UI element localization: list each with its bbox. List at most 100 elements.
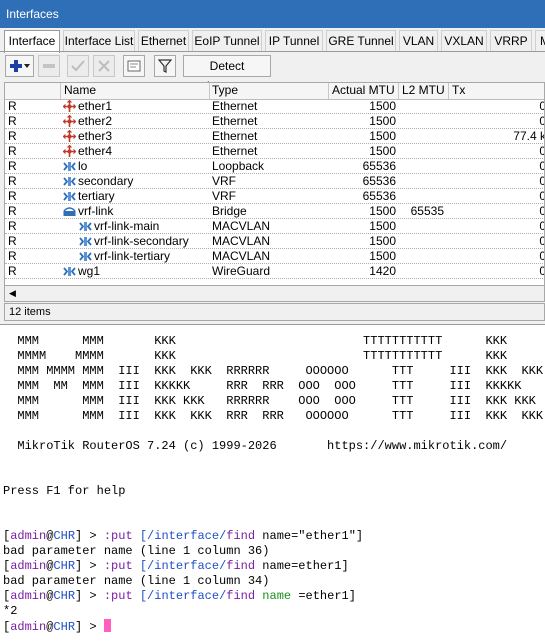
row-l2-mtu bbox=[399, 234, 449, 248]
prompt-host: CHR bbox=[53, 620, 76, 634]
banner-line: MMM MMM KKK TTTTTTTTTTT KKK bbox=[3, 334, 508, 348]
row-type: MACVLAN bbox=[212, 234, 271, 248]
command-line: [admin@CHR] > :put [/interface/find name… bbox=[3, 529, 364, 543]
disable-button[interactable] bbox=[93, 55, 115, 77]
table-row[interactable]: Rtertiary VRF 65536 0 bbox=[5, 189, 544, 204]
row-actual-mtu: 1500 bbox=[369, 99, 396, 113]
command-find: find bbox=[226, 589, 256, 603]
row-l2-mtu bbox=[399, 249, 449, 263]
table-row[interactable]: Rvrf-link Bridge 1500 65535 0 bbox=[5, 204, 544, 219]
row-l2-mtu bbox=[399, 99, 449, 113]
row-flag: R bbox=[8, 159, 17, 173]
column-header-tx[interactable]: Tx bbox=[449, 83, 544, 99]
scroll-left-arrow-icon[interactable]: ◀ bbox=[9, 288, 16, 299]
row-flag: R bbox=[8, 264, 17, 278]
row-type: MACVLAN bbox=[212, 249, 271, 263]
row-l2-mtu bbox=[399, 264, 449, 278]
row-tx: 0 bbox=[449, 204, 544, 218]
prompt-user: admin bbox=[10, 529, 47, 543]
row-flag: R bbox=[8, 189, 17, 203]
active-prompt[interactable]: [admin@CHR] > bbox=[3, 619, 111, 634]
row-l2-mtu bbox=[399, 219, 449, 233]
prompt-user: admin bbox=[10, 620, 47, 634]
command-argument: name=ether1] bbox=[262, 559, 349, 573]
row-tx: 0 bbox=[449, 234, 544, 248]
filter-button[interactable] bbox=[154, 55, 176, 77]
row-l2-mtu bbox=[399, 114, 449, 128]
tab-gre-tunnel[interactable]: GRE Tunnel bbox=[326, 30, 396, 51]
table-row[interactable]: Rwg1 WireGuard 1420 0 bbox=[5, 264, 544, 279]
table-row[interactable]: Rlo Loopback 65536 0 bbox=[5, 159, 544, 174]
prompt-tail: ] > bbox=[75, 589, 104, 603]
interfaces-table: Name / Type Actual MTU L2 MTU Tx Rether1… bbox=[4, 82, 545, 286]
command-put: :put bbox=[103, 559, 133, 573]
prompt-tail: ] > bbox=[75, 620, 104, 634]
row-flag: R bbox=[8, 234, 17, 248]
row-actual-mtu: 1500 bbox=[369, 144, 396, 158]
text-cursor bbox=[103, 619, 111, 632]
table-row[interactable]: Rvrf-link-secondary MACVLAN 1500 0 bbox=[5, 234, 544, 249]
tab-ethernet[interactable]: Ethernet bbox=[138, 30, 189, 51]
tab-more[interactable]: M bbox=[535, 30, 545, 51]
interfaces-window: Interfaces Interface Interface List Ethe… bbox=[0, 0, 545, 325]
row-name-label: ether2 bbox=[78, 114, 113, 128]
detect-internet-button[interactable]: Detect Internet bbox=[183, 55, 271, 93]
row-type: Ethernet bbox=[212, 144, 258, 158]
banner-line: MMMM MMMM KKK TTTTTTTTTTT KKK bbox=[3, 349, 508, 363]
terminal[interactable]: MMM MMM KKK TTTTTTTTTTT KKK MMMM MMMM KK… bbox=[0, 325, 545, 641]
row-tx: 0 bbox=[449, 99, 544, 113]
row-l2-mtu bbox=[399, 144, 449, 158]
row-name-label: tertiary bbox=[78, 189, 115, 203]
tab-interface[interactable]: Interface bbox=[4, 30, 60, 53]
command-path: [/interface/ bbox=[139, 559, 227, 573]
table-row[interactable]: Rvrf-link-main MACVLAN 1500 0 bbox=[5, 219, 544, 234]
row-name-label: ether3 bbox=[78, 129, 113, 143]
tab-ip-tunnel[interactable]: IP Tunnel bbox=[265, 30, 323, 51]
column-header-type[interactable]: Type bbox=[210, 83, 329, 99]
table-row[interactable]: Rether4 Ethernet 1500 0 bbox=[5, 144, 544, 159]
table-row[interactable]: Rvrf-link-tertiary MACVLAN 1500 0 bbox=[5, 249, 544, 264]
horizontal-scrollbar[interactable]: ◀ bbox=[4, 286, 545, 302]
row-actual-mtu: 1420 bbox=[369, 264, 396, 278]
table-row[interactable]: Rether1 Ethernet 1500 0 bbox=[5, 99, 544, 114]
enable-button[interactable] bbox=[67, 55, 89, 77]
prompt-host: CHR bbox=[53, 559, 76, 573]
row-type: VRF bbox=[212, 174, 236, 188]
table-row[interactable]: Rether3 Ethernet 1500 77.4 k bbox=[5, 129, 545, 144]
row-actual-mtu: 1500 bbox=[369, 234, 396, 248]
minus-icon bbox=[43, 64, 55, 68]
row-name-label: secondary bbox=[78, 174, 134, 188]
remove-button[interactable] bbox=[38, 55, 60, 77]
banner-line: MMM MMM III KKK KKK RRRRRR OOO OOO TTT I… bbox=[3, 394, 536, 408]
row-name: tertiary bbox=[61, 189, 210, 203]
column-header-l2-mtu[interactable]: L2 MTU bbox=[399, 83, 449, 99]
tab-vxlan[interactable]: VXLAN bbox=[441, 30, 487, 51]
error-line: bad parameter name (line 1 column 36) bbox=[3, 544, 270, 558]
row-flag: R bbox=[8, 114, 17, 128]
command-path: [/interface/ bbox=[139, 529, 227, 543]
row-tx: 77.4 k bbox=[513, 129, 545, 143]
filter-icon bbox=[158, 59, 172, 73]
row-flag: R bbox=[8, 144, 17, 158]
check-icon bbox=[71, 60, 85, 72]
column-header-actual-mtu[interactable]: Actual MTU bbox=[329, 83, 399, 99]
add-button[interactable] bbox=[5, 55, 34, 77]
row-name: vrf-link-main bbox=[61, 219, 210, 233]
row-name-label: ether1 bbox=[78, 99, 113, 113]
command-argument: =ether1] bbox=[298, 589, 356, 603]
column-header-name[interactable]: Name / bbox=[61, 83, 210, 99]
tab-vlan[interactable]: VLAN bbox=[399, 30, 438, 51]
row-type: Ethernet bbox=[212, 129, 258, 143]
comment-button[interactable] bbox=[123, 55, 145, 77]
table-row[interactable]: Rsecondary VRF 65536 0 bbox=[5, 174, 544, 189]
table-row[interactable]: Rether2 Ethernet 1500 0 bbox=[5, 114, 544, 129]
column-header-flag[interactable] bbox=[5, 83, 61, 99]
tab-eoip-tunnel[interactable]: EoIP Tunnel bbox=[192, 30, 262, 51]
error-line: bad parameter name (line 1 column 34) bbox=[3, 574, 270, 588]
row-type: VRF bbox=[212, 189, 236, 203]
command-line: [admin@CHR] > :put [/interface/find name… bbox=[3, 589, 356, 603]
row-l2-mtu bbox=[399, 129, 449, 143]
tab-vrrp[interactable]: VRRP bbox=[490, 30, 532, 51]
command-put: :put bbox=[103, 529, 133, 543]
tab-interface-list[interactable]: Interface List bbox=[63, 30, 135, 51]
